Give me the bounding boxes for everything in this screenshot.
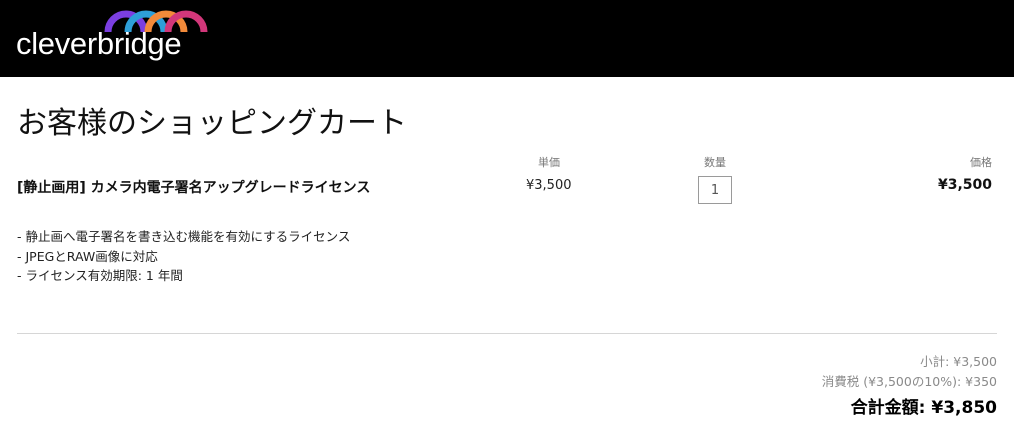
page-title: お客様のショッピングカート <box>17 106 407 141</box>
unit-price: ¥3,500 <box>526 178 572 193</box>
cleverbridge-logo: cleverbridge <box>16 6 208 68</box>
grand-total: 合計金額: ¥3,850 <box>850 398 997 418</box>
line-price: ¥3,500 <box>937 177 992 193</box>
description-line: - ライセンス有効期限: 1 年間 <box>17 268 183 283</box>
column-header-unit-price: 単価 <box>538 156 560 169</box>
description-line: - 静止画へ電子署名を書き込む機能を有効にするライセンス <box>17 229 351 244</box>
description-line: - JPEGとRAW画像に対応 <box>17 248 158 264</box>
tax-line: 消費税 (¥3,500の10%): ¥350 <box>821 374 997 389</box>
logo-wordmark: cleverbridge <box>16 26 182 61</box>
site-header: cleverbridge <box>0 0 1014 77</box>
product-description: - 静止画へ電子署名を書き込む機能を有効にするライセンス - JPEGとRAW画… <box>17 227 350 286</box>
quantity-input[interactable] <box>698 176 732 204</box>
product-name: [静止画用] カメラ内電子署名アップグレードライセンス <box>17 180 371 196</box>
subtotal: 小計: ¥3,500 <box>920 354 997 369</box>
divider <box>17 333 997 334</box>
column-header-quantity: 数量 <box>704 156 726 169</box>
column-header-price: 価格 <box>970 156 992 169</box>
